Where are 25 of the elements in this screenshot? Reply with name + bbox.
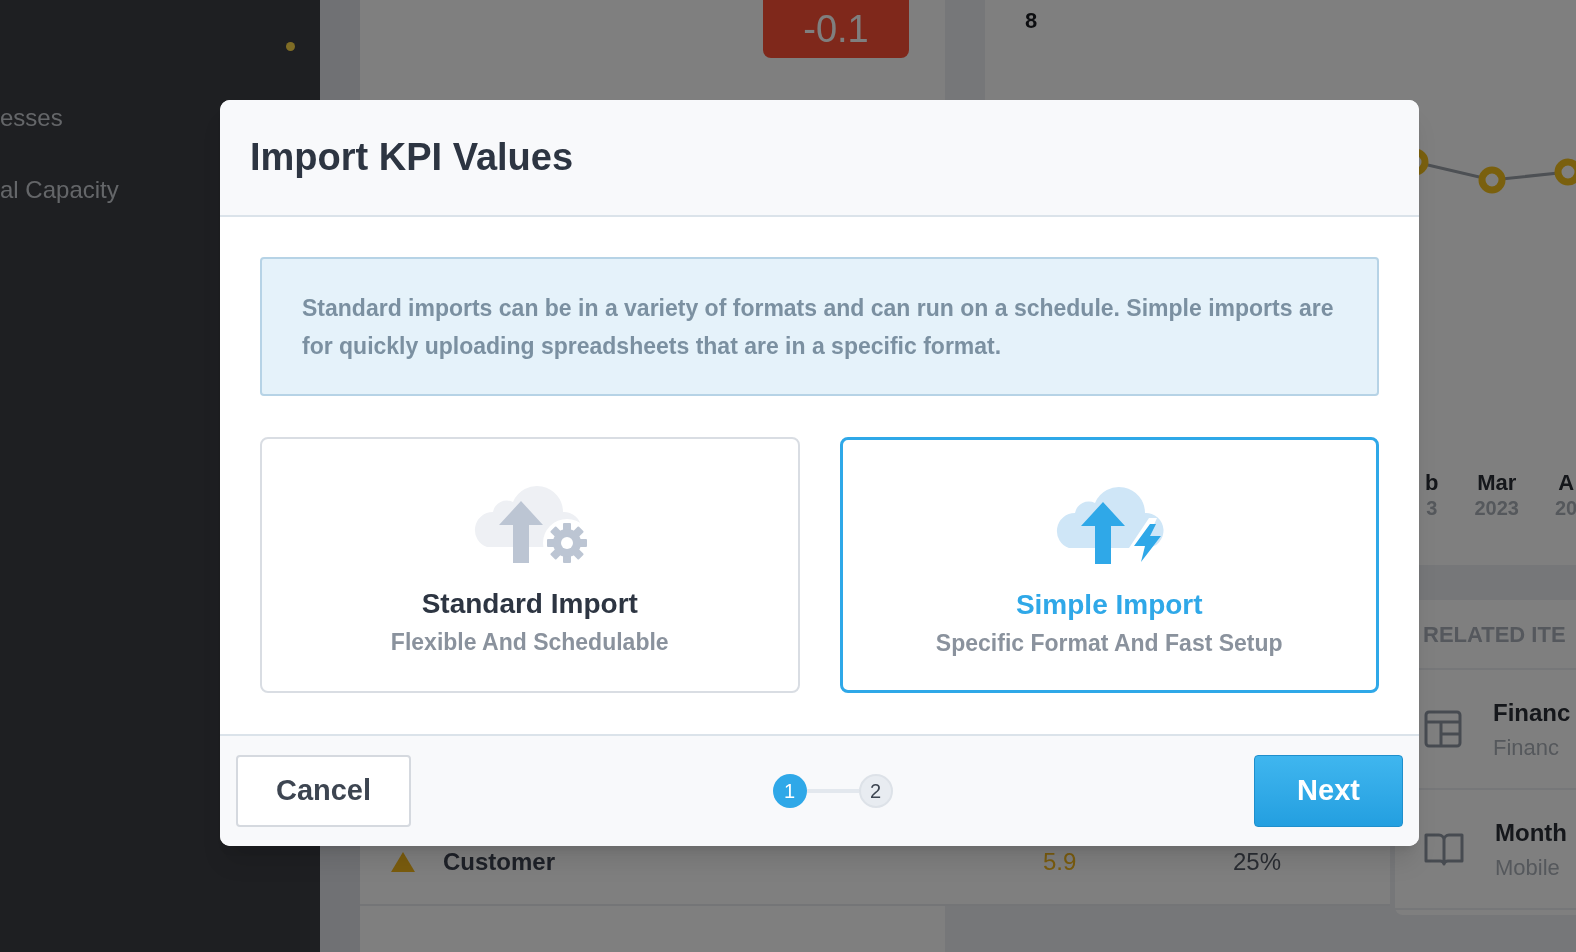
dialog-title: Import KPI Values bbox=[250, 135, 574, 180]
option-title: Standard Import bbox=[421, 587, 638, 621]
axis-month-label: Mar bbox=[1477, 470, 1517, 496]
step-indicator: 2 bbox=[858, 774, 893, 808]
cancel-button[interactable]: Cancel bbox=[236, 755, 411, 827]
table-cell-text: 5.9 bbox=[1043, 847, 1078, 877]
book-icon bbox=[1423, 831, 1465, 867]
option-subtitle: Flexible And Schedulable bbox=[390, 628, 669, 657]
table-icon bbox=[1423, 709, 1463, 749]
warning-triangle-icon bbox=[390, 851, 416, 873]
score-badge: -0.1 bbox=[763, 0, 909, 58]
option-subtitle: Specific Format And Fast Setup bbox=[935, 629, 1283, 658]
option-title: Simple Import bbox=[1015, 588, 1203, 622]
next-button[interactable]: Next bbox=[1254, 755, 1403, 827]
table-cell-text: Customer bbox=[443, 847, 557, 877]
import-option-card[interactable]: Standard Import Flexible And Schedulable bbox=[260, 437, 800, 693]
related-item-title: Month bbox=[1495, 817, 1567, 848]
axis-month-label: b bbox=[1425, 470, 1439, 496]
axis-month-label: A bbox=[1558, 470, 1574, 496]
import-option-card[interactable]: Simple Import Specific Format And Fast Setup bbox=[839, 437, 1379, 693]
step-indicator: 1 bbox=[772, 774, 807, 808]
table-cell-text: 25% bbox=[1233, 847, 1282, 877]
axis-tick-label: 8 bbox=[1025, 7, 1038, 35]
info-message: Standard imports can be in a variety of formats and can run on a schedule. Simple imports are for quickly uploading spreadsheets that are in a specific format. bbox=[260, 257, 1379, 396]
related-item-title: Financ bbox=[1493, 697, 1571, 728]
